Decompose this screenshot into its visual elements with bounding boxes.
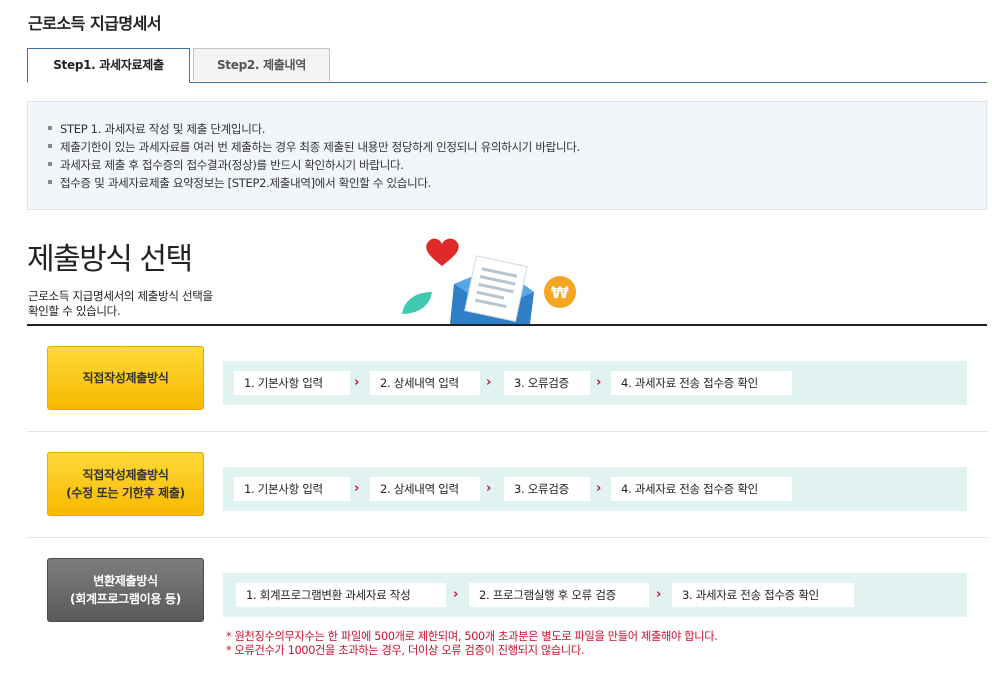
page-title: 근로소득 지급명세서 — [28, 14, 162, 33]
bullet-icon — [48, 161, 52, 166]
notice-text: 접수증 및 과세자료제출 요약정보는 [STEP2.제출내역]에서 확인할 수 … — [60, 176, 432, 190]
bullet-icon — [48, 125, 52, 130]
direct-submit-button[interactable]: 직접작성제출방식 — [47, 346, 204, 410]
process-step: 3. 오류검증 — [504, 371, 590, 395]
section-description: 근로소득 지급명세서의 제출방식 선택을 확인할 수 있습니다. — [28, 289, 268, 319]
row-divider — [27, 537, 987, 538]
section-title: 제출방식 선택 — [27, 242, 193, 277]
notice-box: STEP 1. 과세자료 작성 및 제출 단계입니다. 제출기한이 있는 과세자… — [27, 101, 987, 210]
process-steps: 1. 기본사항 입력 › 2. 상세내역 입력 › 3. 오류검증 › 4. 과… — [223, 361, 967, 405]
notice-text: STEP 1. 과세자료 작성 및 제출 단계입니다. — [60, 122, 266, 136]
notice-item: STEP 1. 과세자료 작성 및 제출 단계입니다. — [48, 120, 986, 138]
arrow-right-icon: › — [596, 375, 602, 390]
row-divider — [27, 431, 987, 432]
process-step: 2. 상세내역 입력 — [370, 477, 480, 501]
heart-icon — [426, 238, 459, 266]
convert-submit-button[interactable]: 변환제출방식 (회계프로그램이용 등) — [47, 558, 204, 622]
leaf-icon — [402, 292, 432, 314]
arrow-right-icon: › — [486, 375, 492, 390]
arrow-right-icon: › — [596, 481, 602, 496]
notice-text: 과세자료 제출 후 접수증의 접수결과(정상)를 반드시 확인하시기 바랍니다. — [60, 158, 404, 172]
method-label: 직접작성제출방식 — [82, 371, 169, 385]
arrow-right-icon: › — [486, 481, 492, 496]
tab-bar: Step1. 과세자료제출 Step2. 제출내역 — [27, 48, 987, 83]
direct-submit-amend-button[interactable]: 직접작성제출방식 (수정 또는 기한후 제출) — [47, 452, 204, 516]
process-step: 2. 상세내역 입력 — [370, 371, 480, 395]
process-step: 4. 과세자료 전송 접수증 확인 — [611, 371, 792, 395]
arrow-right-icon: › — [354, 481, 360, 496]
tab-step2[interactable]: Step2. 제출내역 — [193, 48, 330, 81]
section-divider — [27, 324, 987, 326]
process-step: 4. 과세자료 전송 접수증 확인 — [611, 477, 792, 501]
method-label: 직접작성제출방식 — [82, 468, 169, 482]
process-step: 2. 프로그램실행 후 오류 검증 — [469, 583, 649, 607]
document-icon — [464, 255, 528, 323]
notice-item: 접수증 및 과세자료제출 요약정보는 [STEP2.제출내역]에서 확인할 수 … — [48, 174, 986, 192]
tab-step1[interactable]: Step1. 과세자료제출 — [27, 48, 190, 83]
notice-item: 과세자료 제출 후 접수증의 접수결과(정상)를 반드시 확인하시기 바랍니다. — [48, 156, 986, 174]
bullet-icon — [48, 179, 52, 184]
notice-text: 제출기한이 있는 과세자료를 여러 번 제출하는 경우 최종 제출된 내용만 정… — [60, 140, 580, 154]
warning-note: * 오류건수가 1000건을 초과하는 경우, 더이상 오류 검증이 진행되지 … — [226, 644, 585, 657]
arrow-right-icon: › — [656, 587, 662, 602]
process-step: 1. 회계프로그램변환 과세자료 작성 — [236, 583, 446, 607]
method-label: 변환제출방식 — [93, 574, 158, 588]
process-step: 3. 과세자료 전송 접수증 확인 — [672, 583, 854, 607]
bullet-icon — [48, 143, 52, 148]
method-sublabel: (수정 또는 기한후 제출) — [66, 486, 185, 500]
process-step: 1. 기본사항 입력 — [234, 477, 350, 501]
arrow-right-icon: › — [453, 587, 459, 602]
section-desc-line: 확인할 수 있습니다. — [28, 304, 121, 318]
notice-item: 제출기한이 있는 과세자료를 여러 번 제출하는 경우 최종 제출된 내용만 정… — [48, 138, 986, 156]
arrow-right-icon: › — [354, 375, 360, 390]
process-steps: 1. 회계프로그램변환 과세자료 작성 › 2. 프로그램실행 후 오류 검증 … — [223, 573, 967, 617]
process-step: 3. 오류검증 — [504, 477, 590, 501]
won-symbol: ₩ — [551, 283, 569, 302]
section-desc-line: 근로소득 지급명세서의 제출방식 선택을 — [28, 289, 213, 303]
process-steps: 1. 기본사항 입력 › 2. 상세내역 입력 › 3. 오류검증 › 4. 과… — [223, 467, 967, 511]
hero-illustration: ₩ — [402, 238, 576, 324]
process-step: 1. 기본사항 입력 — [234, 371, 350, 395]
method-sublabel: (회계프로그램이용 등) — [70, 592, 181, 606]
